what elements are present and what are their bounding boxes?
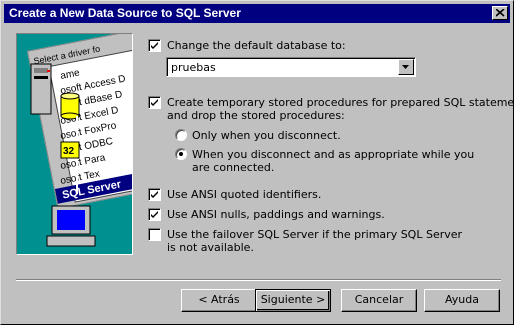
close-button[interactable] xyxy=(492,6,508,20)
failover-label-1: Use the failover SQL Server if the prima… xyxy=(167,228,463,241)
create-temp-sp-label-2: and drop the stored procedures: xyxy=(167,109,345,122)
title-bar[interactable]: Create a New Data Source to SQL Server xyxy=(4,4,510,23)
database-combobox[interactable]: pruebas xyxy=(166,57,416,77)
ansi-nulls-checkbox[interactable] xyxy=(148,208,161,221)
chevron-down-icon xyxy=(402,65,409,69)
radio-only-disconnect-label: Only when you disconnect. xyxy=(192,129,341,142)
radio-when-disconnect-label-1: When you disconnect and as appropriate w… xyxy=(192,148,475,161)
radio-when-disconnect[interactable] xyxy=(175,148,187,160)
checkmark-icon xyxy=(151,99,158,106)
help-button[interactable]: Ayuda xyxy=(424,289,500,312)
checkmark-icon xyxy=(151,211,158,218)
dialog-window: Create a New Data Source to SQL Server S… xyxy=(0,0,514,325)
failover-label-2: is not available. xyxy=(167,241,254,254)
database-value: pruebas xyxy=(171,61,216,74)
checkmark-icon xyxy=(151,191,158,198)
checkmark-icon xyxy=(151,42,158,49)
footer-separator xyxy=(16,279,501,281)
ansi-quoted-checkbox[interactable] xyxy=(148,188,161,201)
next-button[interactable]: Siguiente > xyxy=(255,289,331,312)
radio-when-disconnect-label-2: are connected. xyxy=(192,161,275,174)
change-default-db-checkbox[interactable] xyxy=(148,39,161,52)
change-default-db-label: Change the default database to: xyxy=(167,39,346,52)
server-icon xyxy=(30,63,52,115)
computer-icon xyxy=(46,205,96,247)
radio-only-disconnect[interactable] xyxy=(175,129,187,141)
create-temp-sp-label-1: Create temporary stored procedures for p… xyxy=(167,96,514,109)
close-icon xyxy=(496,9,505,17)
svg-text:32: 32 xyxy=(63,146,75,157)
radio-selected-dot xyxy=(179,152,183,156)
ansi-nulls-label: Use ANSI nulls, paddings and warnings. xyxy=(167,208,385,221)
badge-32-icon: 32 xyxy=(60,141,80,159)
create-temp-sp-checkbox[interactable] xyxy=(148,96,161,109)
failover-checkbox[interactable] xyxy=(148,228,161,241)
database-icon xyxy=(60,92,80,120)
driver-list-illustration: Select a driver fo ame osoft Access D os… xyxy=(27,34,132,247)
back-button[interactable]: < Atrás xyxy=(181,289,257,312)
ansi-quoted-label: Use ANSI quoted identifiers. xyxy=(167,188,322,201)
window-title: Create a New Data Source to SQL Server xyxy=(9,6,241,20)
database-dropdown-button[interactable] xyxy=(398,59,414,75)
cancel-button[interactable]: Cancelar xyxy=(341,289,417,312)
wizard-illustration: Select a driver fo ame osoft Access D os… xyxy=(16,33,133,255)
